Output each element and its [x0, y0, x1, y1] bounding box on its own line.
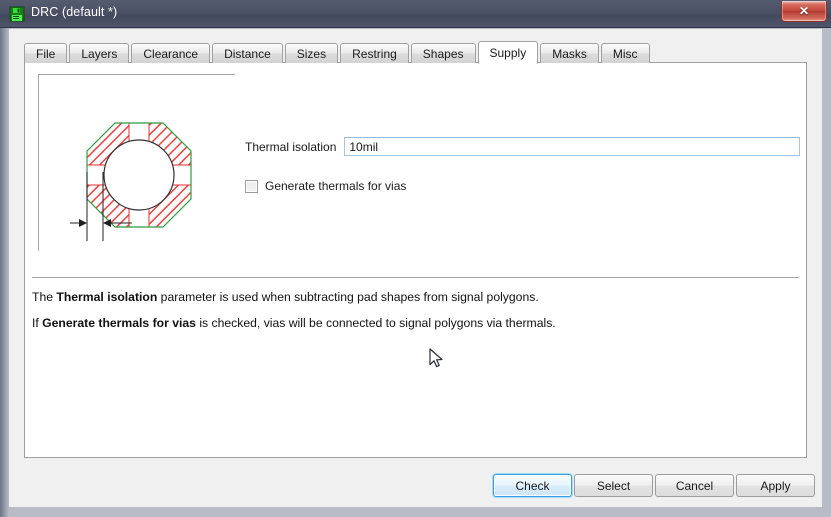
generate-thermals-row[interactable]: Generate thermals for vias: [245, 179, 406, 193]
tab-strip: File Layers Clearance Distance Sizes Restring…: [24, 41, 652, 64]
desc1-post: parameter is used when subtracting pad s…: [157, 290, 539, 304]
desc2-post: is checked, vias will be connected to si…: [195, 316, 556, 330]
tab-shapes[interactable]: Shapes: [410, 43, 476, 63]
desc1-pre: The: [32, 290, 57, 304]
tab-label: Distance: [224, 46, 271, 61]
desc2-bold: Generate thermals for vias: [42, 316, 196, 330]
tab-sizes[interactable]: Sizes: [284, 43, 339, 63]
tab-label: Layers: [81, 46, 118, 61]
desc2-pre: If: [32, 316, 43, 330]
select-button[interactable]: Select: [574, 474, 653, 497]
supply-tab-panel: Thermal isolation Generate thermals for …: [24, 62, 807, 458]
tab-label: Restring: [352, 46, 397, 61]
generate-thermals-checkbox[interactable]: [245, 179, 258, 193]
illustration-frame: [38, 74, 238, 251]
button-label: Cancel: [675, 478, 714, 493]
description-line-2: If Generate thermals for vias is checked…: [32, 316, 556, 330]
close-button[interactable]: ✕: [781, 1, 827, 22]
dialog-footer: Check Select Cancel Apply: [9, 469, 822, 507]
tab-label: Masks: [552, 46, 587, 61]
check-button[interactable]: Check: [493, 474, 572, 497]
tab-restring[interactable]: Restring: [340, 43, 409, 63]
dialog-body: File Layers Clearance Distance Sizes Restring…: [9, 29, 822, 507]
frame-top-border: [38, 74, 235, 75]
tab-label: Clearance: [143, 46, 199, 61]
tab-distance[interactable]: Distance: [212, 43, 283, 63]
cancel-button[interactable]: Cancel: [655, 474, 734, 497]
tab-label: Supply: [489, 45, 527, 60]
button-label: Select: [596, 478, 631, 493]
thermal-isolation-label: Thermal isolation: [245, 139, 337, 154]
tab-supply[interactable]: Supply: [477, 41, 539, 64]
floppy-disk-icon: [9, 6, 25, 22]
close-icon: ✕: [798, 4, 810, 18]
tab-clearance[interactable]: Clearance: [131, 43, 211, 63]
drc-dialog-window: DRC (default *) ✕ File Layers Clearance Dis…: [0, 0, 831, 517]
tab-label: File: [36, 46, 56, 61]
button-label: Apply: [760, 478, 791, 493]
description-line-1: The Thermal isolation parameter is used …: [32, 290, 539, 304]
title-bar[interactable]: DRC (default *) ✕: [0, 0, 831, 28]
window-title: DRC (default *): [31, 5, 118, 19]
tab-layers[interactable]: Layers: [69, 43, 130, 63]
description-divider: [32, 277, 799, 278]
tab-label: Sizes: [296, 46, 327, 61]
thermal-isolation-input[interactable]: [344, 137, 800, 156]
thermal-pad-diagram: [70, 122, 192, 241]
frame-left-border: [38, 74, 39, 251]
desc1-bold: Thermal isolation: [56, 290, 158, 304]
tab-misc[interactable]: Misc: [600, 43, 650, 63]
tab-label: Shapes: [422, 46, 464, 61]
tab-masks[interactable]: Masks: [540, 43, 599, 63]
button-label: Check: [515, 478, 550, 493]
apply-button[interactable]: Apply: [736, 474, 815, 497]
generate-thermals-label: Generate thermals for vias: [265, 179, 407, 193]
thermal-isolation-row: Thermal isolation: [245, 137, 800, 156]
tab-file[interactable]: File: [24, 43, 68, 63]
tab-label: Misc: [612, 46, 638, 61]
